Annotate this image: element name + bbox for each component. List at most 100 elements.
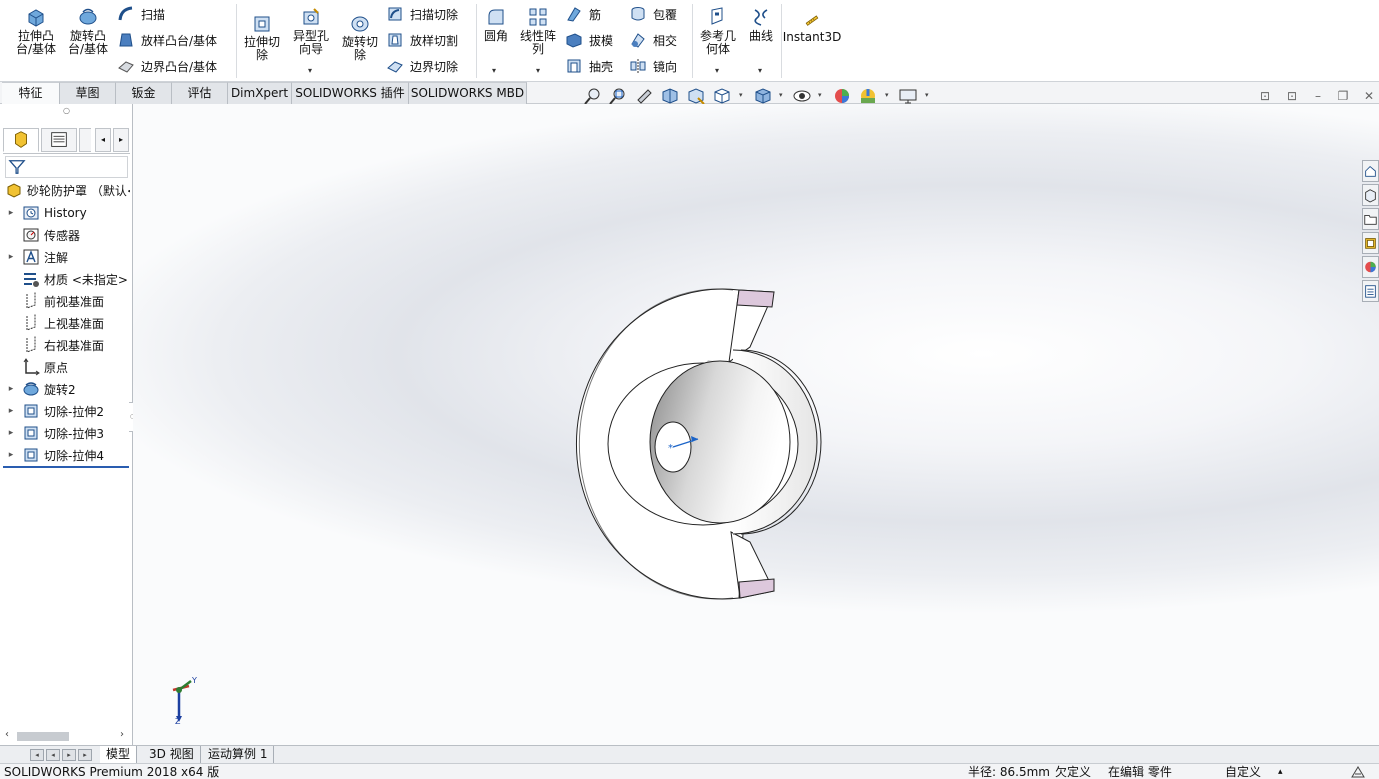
tree-horizontal-scrollbar[interactable]: ‹ › — [3, 729, 130, 743]
curves-dropdown-icon[interactable]: ▾ — [758, 66, 762, 75]
hole-wizard-dropdown-icon[interactable]: ▾ — [308, 66, 312, 75]
tree-item-annotations[interactable]: ▸ 注解 — [0, 246, 130, 268]
scroll-thumb[interactable] — [17, 732, 69, 741]
tab-motion-study-1[interactable]: 运动算例 1 — [202, 746, 275, 763]
design-library-tab[interactable] — [1362, 184, 1379, 206]
tree-item-cut-extrude2[interactable]: ▸ 切除-拉伸2 — [0, 400, 130, 422]
expand-arrow-icon[interactable]: ▸ — [6, 208, 16, 218]
zoom-to-fit-icon[interactable] — [583, 86, 603, 106]
rollback-bar[interactable] — [3, 466, 129, 468]
hole-wizard-button[interactable]: 异型孔 向导 — [289, 6, 333, 56]
fillet-dropdown-icon[interactable]: ▾ — [492, 66, 496, 75]
tab-sketch[interactable]: 草图 — [60, 82, 116, 104]
unit-system-caret-icon[interactable]: ▴ — [1278, 764, 1283, 779]
config-manager-tab[interactable] — [79, 128, 91, 152]
tree-item-top-plane[interactable]: 上视基准面 — [0, 312, 130, 334]
hide-show-dropdown-icon[interactable]: ▾ — [818, 91, 822, 99]
status-unit-system[interactable]: 自定义 — [1225, 764, 1261, 779]
display-style-icon[interactable] — [753, 86, 773, 106]
tree-item-origin[interactable]: 原点 — [0, 356, 130, 378]
hide-show-items-icon[interactable] — [792, 86, 812, 106]
tree-item-right-plane[interactable]: 右视基准面 — [0, 334, 130, 356]
tab-solidworks-mbd[interactable]: SOLIDWORKS MBD — [409, 82, 527, 104]
tree-item-sensors[interactable]: 传感器 — [0, 224, 130, 246]
view-orientation-icon[interactable] — [712, 86, 732, 106]
reference-geometry-dropdown-icon[interactable]: ▾ — [715, 66, 719, 75]
prev-tab-icon[interactable]: ◂ — [46, 749, 60, 761]
zoom-to-area-icon[interactable] — [608, 86, 628, 106]
section-view-icon[interactable] — [660, 86, 680, 106]
appearances-tab[interactable] — [1362, 256, 1379, 278]
tree-root-part[interactable]: 砂轮防护罩 （默认< — [0, 179, 130, 201]
view-palette-tab[interactable] — [1362, 232, 1379, 254]
expand-arrow-icon[interactable]: ▸ — [6, 428, 16, 438]
tab-scroll-right-icon[interactable]: ▸ — [113, 128, 129, 152]
instant3d-button[interactable]: Instant3D — [783, 13, 841, 44]
property-manager-tab[interactable] — [41, 128, 77, 152]
tab-model[interactable]: 模型 — [100, 746, 138, 763]
rib-button[interactable]: 筋 — [565, 3, 601, 25]
edit-appearance-icon[interactable] — [832, 86, 852, 106]
wrap-button[interactable]: 包覆 — [629, 3, 677, 25]
tab-scroll-left-icon[interactable]: ◂ — [95, 128, 111, 152]
fillet-button[interactable]: 圆角 — [480, 6, 512, 43]
tree-item-cut-extrude4[interactable]: ▸ 切除-拉伸4 — [0, 444, 130, 466]
first-tab-icon[interactable]: ◂ — [30, 749, 44, 761]
tree-filter-field[interactable] — [5, 156, 128, 178]
custom-properties-tab[interactable] — [1362, 280, 1379, 302]
panel-grip-icon[interactable]: ○ — [3, 106, 130, 124]
view-settings-icon[interactable] — [898, 86, 918, 106]
view-orientation-dropdown-icon[interactable]: ▾ — [739, 91, 743, 99]
revolve-cut-button[interactable]: 旋转切 除 — [338, 12, 382, 62]
boundary-boss-button[interactable]: 边界凸台/基体 — [117, 55, 217, 77]
intersect-button[interactable]: 相交 — [629, 29, 677, 51]
dynamic-annotation-view-icon[interactable] — [686, 86, 706, 106]
previous-view-icon[interactable] — [634, 86, 654, 106]
swept-cut-button[interactable]: 扫描切除 — [386, 3, 458, 25]
next-tab-icon[interactable]: ▸ — [62, 749, 76, 761]
status-help-icon[interactable] — [1350, 765, 1366, 779]
file-explorer-tab[interactable] — [1362, 208, 1379, 230]
minimize-icon[interactable]: – — [1311, 89, 1325, 103]
tab-sheet-metal[interactable]: 钣金 — [116, 82, 172, 104]
tab-dimxpert[interactable]: DimXpert — [228, 82, 292, 104]
tree-item-material[interactable]: 材质 <未指定> — [0, 268, 130, 290]
feature-manager-tab[interactable] — [3, 128, 39, 152]
view-settings-dropdown-icon[interactable]: ▾ — [925, 91, 929, 99]
tab-evaluate[interactable]: 评估 — [172, 82, 228, 104]
sweep-button[interactable]: 扫描 — [117, 3, 165, 25]
graphics-area[interactable]: * Y Z — [133, 104, 1379, 747]
scroll-left-icon[interactable]: ‹ — [5, 729, 9, 740]
last-tab-icon[interactable]: ▸ — [78, 749, 92, 761]
expand-arrow-icon[interactable]: ▸ — [6, 450, 16, 460]
tree-item-revolve2[interactable]: ▸ 旋转2 — [0, 378, 130, 400]
scroll-right-icon[interactable]: › — [120, 729, 124, 740]
tree-item-cut-extrude3[interactable]: ▸ 切除-拉伸3 — [0, 422, 130, 444]
expand-arrow-icon[interactable]: ▸ — [6, 384, 16, 394]
tree-item-history[interactable]: ▸ History — [0, 202, 130, 224]
tile-left-icon[interactable]: ⊡ — [1258, 89, 1272, 103]
apply-scene-icon[interactable] — [858, 86, 878, 106]
tree-item-front-plane[interactable]: 前视基准面 — [0, 290, 130, 312]
solidworks-resources-tab[interactable] — [1362, 160, 1379, 182]
expand-arrow-icon[interactable]: ▸ — [6, 406, 16, 416]
curves-button[interactable]: 曲线 — [744, 6, 778, 43]
linear-pattern-dropdown-icon[interactable]: ▾ — [536, 66, 540, 75]
draft-button[interactable]: 拔模 — [565, 29, 613, 51]
boundary-cut-button[interactable]: 边界切除 — [386, 55, 458, 77]
part-model-grinding-wheel-guard[interactable]: * — [133, 104, 1379, 747]
revolve-boss-button[interactable]: 旋转凸 台/基体 — [64, 6, 112, 56]
tab-3d-views[interactable]: 3D 视图 — [143, 746, 201, 763]
mirror-button[interactable]: 镜向 — [629, 55, 677, 77]
reference-geometry-button[interactable]: 参考几 何体 — [696, 6, 740, 56]
restore-icon[interactable]: ❐ — [1336, 89, 1350, 103]
apply-scene-dropdown-icon[interactable]: ▾ — [885, 91, 889, 99]
display-style-dropdown-icon[interactable]: ▾ — [779, 91, 783, 99]
tile-right-icon[interactable]: ⊡ — [1285, 89, 1299, 103]
tab-features[interactable]: 特征 — [2, 82, 60, 104]
extrude-cut-button[interactable]: 拉伸切 除 — [240, 12, 284, 62]
expand-arrow-icon[interactable]: ▸ — [6, 252, 16, 262]
linear-pattern-button[interactable]: 线性阵 列 — [516, 6, 560, 56]
lofted-cut-button[interactable]: 放样切割 — [386, 29, 458, 51]
loft-boss-button[interactable]: 放样凸台/基体 — [117, 29, 217, 51]
